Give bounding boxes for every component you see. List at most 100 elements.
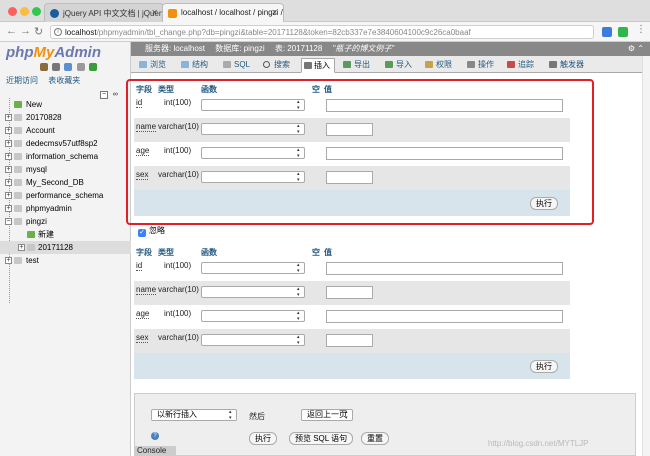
tree-item-db[interactable]: + test: [0, 254, 131, 267]
tree-item-new-table[interactable]: 新建: [0, 228, 131, 241]
tab-tracking[interactable]: 追踪: [507, 58, 534, 72]
checkmark-icon[interactable]: ✓: [138, 229, 146, 237]
extension-icon[interactable]: [618, 27, 628, 37]
tree-item-db[interactable]: + performance_schema: [0, 189, 131, 202]
value-input[interactable]: [326, 99, 563, 112]
value-input[interactable]: [326, 123, 373, 136]
tab-import[interactable]: 导入: [385, 58, 412, 72]
insert-mode-select[interactable]: 以新行插入: [151, 409, 237, 421]
breadcrumb-server[interactable]: 服务器: localhost: [145, 44, 205, 53]
browser-tab-jquery[interactable]: jQuery API 中文文档 | jQuery A ✕: [44, 3, 164, 22]
tree-item-db[interactable]: + mysql: [0, 163, 131, 176]
expand-icon[interactable]: +: [18, 244, 25, 251]
function-select[interactable]: [201, 147, 305, 159]
tree-item-db[interactable]: + dedecmsv57utf8sp2: [0, 137, 131, 150]
expand-icon[interactable]: +: [5, 153, 12, 160]
tab-search[interactable]: 搜索: [263, 58, 290, 72]
forward-arrow-icon[interactable]: →: [20, 25, 31, 37]
expand-icon[interactable]: +: [5, 179, 12, 186]
expand-icon[interactable]: +: [5, 205, 12, 212]
tree-item-db[interactable]: +20170828: [0, 111, 131, 124]
value-input[interactable]: [326, 262, 563, 275]
settings-gear-icon[interactable]: [76, 63, 85, 71]
tab-sql[interactable]: SQL: [223, 58, 250, 72]
operations-icon: [467, 61, 475, 68]
tree-item-new[interactable]: New: [0, 98, 131, 111]
value-input[interactable]: [326, 334, 373, 347]
go-button[interactable]: 执行: [530, 197, 558, 210]
expand-icon[interactable]: +: [5, 114, 12, 121]
minimize-window-icon[interactable]: [20, 7, 29, 16]
tab-operations[interactable]: 操作: [467, 58, 494, 72]
collapse-icon[interactable]: −: [5, 218, 12, 225]
function-select[interactable]: [201, 334, 305, 346]
tree-item-db[interactable]: − pingzi: [0, 215, 131, 228]
close-tab-icon[interactable]: ✕: [271, 8, 278, 17]
reload-nav-icon[interactable]: [88, 63, 97, 71]
collapse-icon[interactable]: ⌃: [637, 44, 644, 53]
help-icon[interactable]: ?: [151, 432, 159, 440]
close-tab-icon[interactable]: ✕: [151, 8, 158, 17]
go-button[interactable]: 执行: [530, 360, 558, 373]
preview-sql-button[interactable]: 预览 SQL 语句: [289, 432, 354, 445]
after-label: 然后: [249, 412, 265, 421]
tree-item-db[interactable]: + My_Second_DB: [0, 176, 131, 189]
table-icon: [27, 244, 35, 251]
reload-icon[interactable]: ↻: [34, 25, 43, 38]
tab-browse[interactable]: 浏览: [139, 58, 166, 72]
tab-privileges[interactable]: 权限: [425, 58, 452, 72]
browse-icon: [139, 61, 147, 68]
value-input[interactable]: [326, 310, 563, 323]
info-icon[interactable]: i: [54, 28, 62, 36]
tree-item-table[interactable]: +20171128: [0, 241, 131, 254]
console-toggle[interactable]: Console: [134, 446, 176, 456]
go-button[interactable]: 执行: [249, 432, 277, 445]
menu-kebab-icon[interactable]: ⋮: [636, 24, 646, 35]
table-row: age int(100): [134, 305, 570, 329]
table-row: id int(100): [134, 94, 570, 118]
table-row: sex varchar(10): [134, 329, 570, 353]
expand-icon[interactable]: +: [5, 192, 12, 199]
ignore-checkbox-row[interactable]: ✓ 忽略: [138, 225, 165, 237]
back-arrow-icon[interactable]: ←: [6, 25, 17, 37]
tab-insert[interactable]: 插入: [301, 58, 335, 73]
logout-icon[interactable]: [52, 63, 61, 71]
extension-icon[interactable]: [602, 27, 612, 37]
breadcrumb-table[interactable]: 表: 20171128: [275, 44, 322, 53]
tab-export[interactable]: 导出: [343, 58, 370, 72]
browser-tab-phpmyadmin[interactable]: localhost / localhost / pingzi / 2 ✕: [162, 3, 284, 22]
tree-item-db[interactable]: + Account: [0, 124, 131, 137]
expand-icon[interactable]: +: [5, 140, 12, 147]
tab-triggers[interactable]: 触发器: [549, 58, 584, 72]
expand-icon[interactable]: +: [5, 166, 12, 173]
value-input[interactable]: [326, 147, 563, 160]
scrollbar[interactable]: [642, 56, 650, 456]
reset-button[interactable]: 重置: [361, 432, 389, 445]
docs-icon[interactable]: [64, 63, 73, 71]
tab-structure[interactable]: 结构: [181, 58, 208, 72]
phpmyadmin-logo[interactable]: phpMyAdmin: [6, 44, 101, 61]
address-bar[interactable]: i localhost/phpmyadmin/tbl_change.php?db…: [50, 25, 594, 39]
recent-tab[interactable]: 近期访问: [6, 76, 38, 85]
expand-icon[interactable]: +: [5, 257, 12, 264]
after-insert-select[interactable]: 返回上一页: [301, 409, 353, 421]
function-select[interactable]: [201, 123, 305, 135]
sql-icon: [223, 61, 231, 68]
breadcrumb-database[interactable]: 数据库: pingzi: [215, 44, 264, 53]
function-select[interactable]: [201, 171, 305, 183]
value-input[interactable]: [326, 171, 373, 184]
favorites-tab[interactable]: 表收藏夹: [48, 76, 80, 85]
settings-gear-icon[interactable]: ⚙: [628, 44, 635, 53]
function-select[interactable]: [201, 99, 305, 111]
value-input[interactable]: [326, 286, 373, 299]
maximize-window-icon[interactable]: [32, 7, 41, 16]
tree-item-db[interactable]: + information_schema: [0, 150, 131, 163]
expand-icon[interactable]: +: [5, 127, 12, 134]
function-select[interactable]: [201, 286, 305, 298]
tree-item-db[interactable]: + phpmyadmin: [0, 202, 131, 215]
close-window-icon[interactable]: [8, 7, 17, 16]
home-icon[interactable]: [40, 63, 48, 71]
table-row: age int(100): [134, 142, 570, 166]
function-select[interactable]: [201, 262, 305, 274]
function-select[interactable]: [201, 310, 305, 322]
